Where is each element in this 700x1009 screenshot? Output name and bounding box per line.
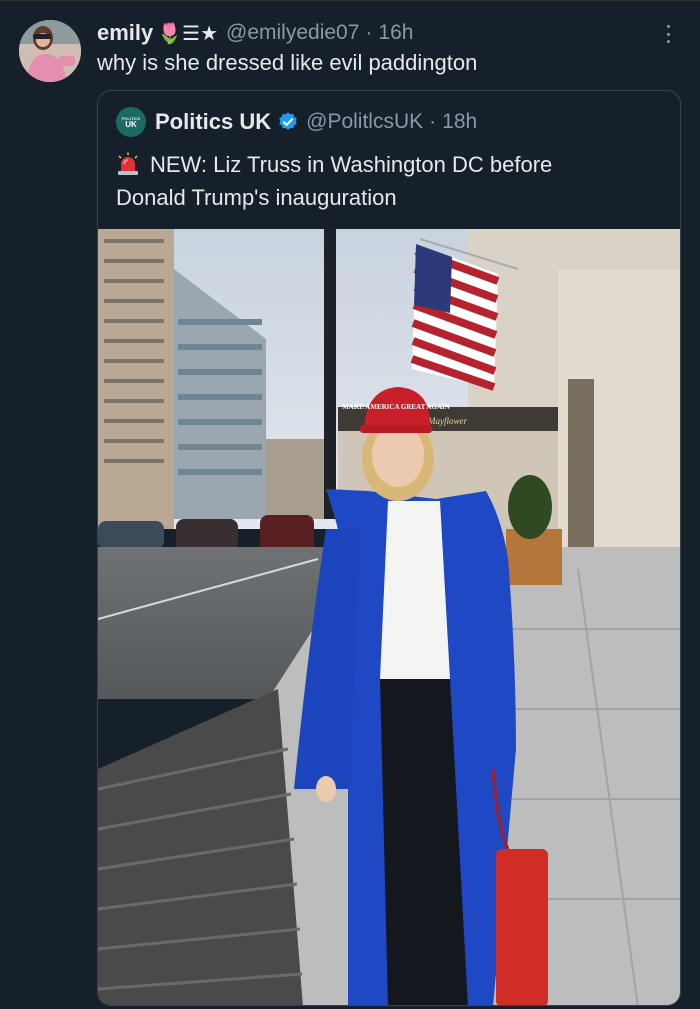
rotating-light-icon bbox=[118, 152, 138, 175]
verified-badge-icon bbox=[279, 112, 297, 130]
quoted-separator-dot: · bbox=[429, 110, 437, 133]
author-name-emoji: 🌷☰★ bbox=[157, 22, 219, 45]
tweet-header: emily 🌷☰★ @emilyedie07 · 16h bbox=[97, 18, 413, 48]
quoted-tweet-text: NEW: Liz Truss in Washington DC before D… bbox=[116, 148, 666, 214]
quoted-avatar[interactable]: POLITICS UK bbox=[116, 107, 146, 137]
tweet-time[interactable]: 16h bbox=[378, 21, 413, 45]
quoted-tweet-time[interactable]: 18h bbox=[442, 110, 477, 134]
more-icon[interactable] bbox=[659, 22, 677, 46]
quoted-avatar-text: UK bbox=[125, 119, 137, 129]
tweet-photo[interactable]: Mayflower MAKE AMERICA GREAT AGAIN bbox=[98, 229, 680, 1005]
quoted-author-handle[interactable]: @PolitlcsUK bbox=[306, 110, 423, 134]
avatar[interactable] bbox=[19, 20, 81, 82]
avatar-image bbox=[19, 20, 81, 82]
quoted-tweet-header: POLITICS UK Politics UK @PolitlcsUK · 18… bbox=[116, 107, 477, 137]
quoted-tweet-text-line1: NEW: Liz Truss in Washington DC before bbox=[150, 152, 553, 177]
quoted-tweet-text-line2: Donald Trump's inauguration bbox=[116, 185, 397, 210]
maga-hat-text: MAKE AMERICA GREAT AGAIN bbox=[342, 403, 450, 411]
author-handle[interactable]: @emilyedie07 bbox=[226, 21, 359, 45]
quoted-author-name[interactable]: Politics UK bbox=[155, 109, 271, 135]
top-divider bbox=[0, 0, 700, 1]
author-name[interactable]: emily bbox=[97, 20, 153, 46]
street-photo: Mayflower MAKE AMERICA GREAT AGAIN bbox=[98, 229, 680, 1005]
mayflower-sign-text: Mayflower bbox=[427, 416, 467, 426]
quoted-tweet[interactable]: POLITICS UK Politics UK @PolitlcsUK · 18… bbox=[97, 90, 681, 1006]
separator-dot: · bbox=[365, 21, 373, 44]
quoted-avatar-small-text: POLITICS bbox=[121, 115, 141, 121]
tweet-text: why is she dressed like evil paddington bbox=[97, 50, 478, 75]
